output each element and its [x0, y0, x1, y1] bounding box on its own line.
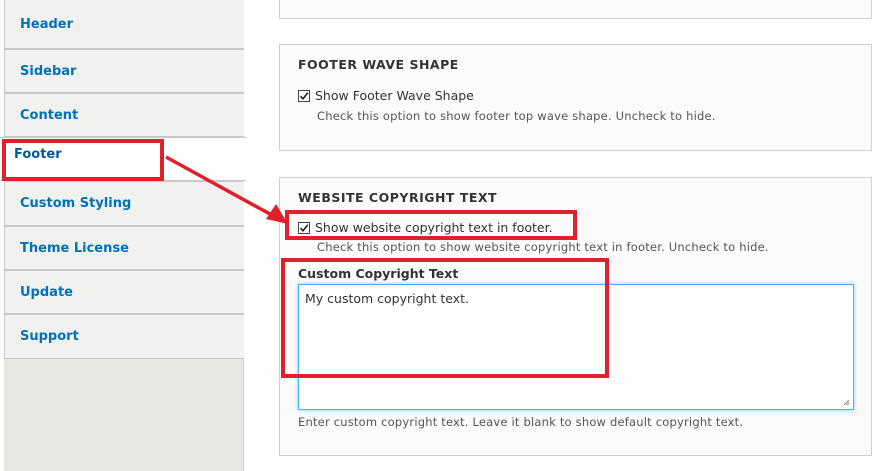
tab-support[interactable]: Support — [4, 314, 244, 359]
checkmark-icon — [299, 91, 309, 100]
vertical-tabs: Header Sidebar Content Footer Custom Sty… — [0, 0, 246, 471]
tab-label: Header — [20, 16, 74, 32]
tab-theme-license[interactable]: Theme License — [4, 226, 244, 270]
tab-custom-styling[interactable]: Custom Styling — [4, 181, 244, 226]
tab-label: Support — [20, 329, 79, 344]
footer-wave-legend: FOOTER WAVE SHAPE — [298, 57, 459, 72]
tab-label: Content — [20, 107, 79, 123]
tab-update[interactable]: Update — [4, 270, 244, 314]
tab-header[interactable]: Header — [4, 0, 244, 49]
footer-wave-checkbox[interactable] — [298, 89, 310, 102]
custom-copyright-help: Enter custom copyright text. Leave it bl… — [298, 415, 744, 429]
footer-wave-checkbox-label: Show Footer Wave Shape — [315, 88, 474, 103]
tab-content[interactable]: Content — [4, 93, 244, 137]
footer-wave-fieldset: FOOTER WAVE SHAPE Show Footer Wave Shape… — [279, 44, 872, 151]
previous-fieldset — [279, 0, 872, 19]
annotation-box-footer-tab — [2, 139, 164, 181]
footer-wave-description: Check this option to show footer top wav… — [317, 109, 716, 123]
resize-grip-icon[interactable] — [842, 398, 850, 406]
tab-label: Sidebar — [20, 63, 77, 79]
tab-label: Update — [20, 284, 73, 300]
tab-label: Custom Styling — [20, 196, 132, 211]
tab-sidebar[interactable]: Sidebar — [4, 49, 244, 93]
copyright-description: Check this option to show website copyri… — [317, 240, 769, 254]
annotation-box-checkbox — [285, 210, 577, 240]
annotation-box-textarea — [281, 258, 609, 378]
tab-label: Theme License — [20, 240, 129, 256]
copyright-legend: WEBSITE COPYRIGHT TEXT — [298, 190, 498, 205]
footer-wave-checkbox-row[interactable]: Show Footer Wave Shape — [298, 88, 474, 103]
